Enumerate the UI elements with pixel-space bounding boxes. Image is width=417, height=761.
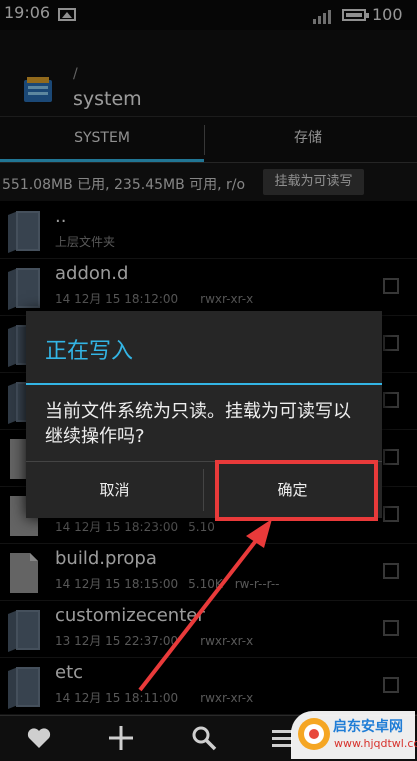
confirm-highlight-box: [215, 460, 378, 521]
dialog-message: 当前文件系统为只读。挂载为可读写以继续操作吗?: [45, 401, 351, 447]
heart-icon[interactable]: [25, 724, 53, 752]
watermark-logo-icon: [298, 718, 330, 750]
site-watermark: 启东安卓网 www.hjqdtwl.com: [291, 711, 417, 759]
dialog-title: 正在写入: [45, 339, 134, 364]
plus-icon[interactable]: [107, 724, 135, 752]
cancel-button[interactable]: 取消: [26, 462, 203, 518]
watermark-name: 启东安卓网: [333, 719, 403, 735]
watermark-url: www.hjqdtwl.com: [334, 737, 417, 750]
dialog-title-divider: [26, 383, 382, 385]
search-icon[interactable]: [190, 724, 218, 752]
